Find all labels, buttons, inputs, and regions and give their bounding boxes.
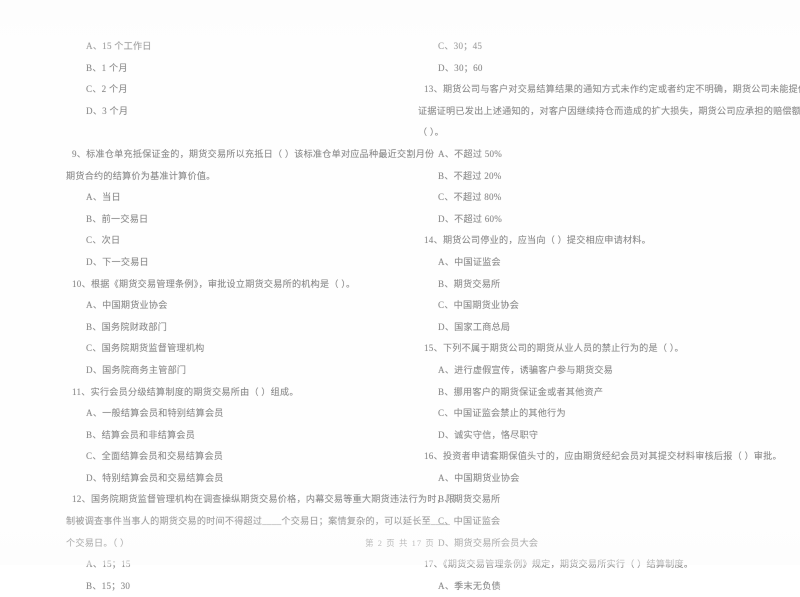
q15-option-a: A、进行虚假宣传，诱骗客户参与期货交易 (438, 364, 614, 375)
right-column: C、30；45 D、30；60 13、期货公司与客户对交易结算结果的通知方式未作… (418, 36, 800, 597)
q14-option-b: B、期货交易所 (438, 278, 501, 289)
q12-stem-line1: 12、国务院期货监督管理机构在调查操纵期货交易价格，内幕交易等重大期货违法行为时… (72, 494, 456, 505)
q11-stem-line1: 11、实行会员分级结算制度的期货交易所由（ ）组成。 (72, 386, 299, 397)
q10-option-b: B、国务院财政部门 (86, 321, 168, 332)
q9-option-d: D、下一交易日 (86, 256, 149, 267)
q13-option-b: B、不超过 20% (438, 170, 502, 181)
q8-option-a: A、15 个工作日 (86, 41, 152, 51)
q17-option-a: A、季末无负债 (438, 580, 501, 591)
page-footer: 第 2 页 共 17 页 (365, 539, 435, 548)
q8-option-b: B、1 个月 (86, 62, 128, 73)
q13-stem-line3: （ ）。 (418, 127, 445, 138)
q11-option-b: B、结算会员和非结算会员 (86, 429, 196, 440)
q13-stem-line2: 证据证明已发出上述通知的，对客户因继续持仓而造成的扩大损失，期货公司应承担的赔偿… (418, 105, 800, 116)
question-gap (66, 122, 396, 144)
q13-option-c: C、不超过 80% (438, 192, 502, 203)
q14-option-a: A、中国证监会 (438, 256, 501, 267)
q12-option-b: B、15；30 (86, 580, 131, 591)
q16-stem-line1: 16、投资者申请套期保值头寸的，应由期货经纪会员对其提交材料审核后报（ ）审批。 (424, 451, 782, 462)
q12-option-d: D、30；60 (438, 62, 483, 73)
two-column-body: A、15 个工作日 B、1 个月 C、2 个月 D、3 个月 9、标准仓单充抵保… (0, 0, 800, 591)
document-page: A、15 个工作日 B、1 个月 C、2 个月 D、3 个月 9、标准仓单充抵保… (0, 0, 800, 591)
q11-option-d: D、特别结算会员和交易结算会员 (86, 472, 224, 483)
q8-option-c: C、2 个月 (86, 84, 128, 95)
q12-option-c: C、30；45 (438, 41, 483, 51)
q14-option-c: C、中国期货业协会 (438, 300, 520, 311)
q8-option-d: D、3 个月 (86, 105, 129, 116)
q15-stem-line1: 15、下列不属于期货公司的期货从业人员的禁止行为的是（ ）。 (424, 343, 684, 354)
q9-option-c: C、次日 (86, 235, 121, 246)
q15-option-b: B、挪用客户的期货保证金或者其他资产 (438, 386, 604, 397)
q12-stem-line2: 制被调查事件当事人的期货交易的时间不得超过____个交易日；案情复杂的，可以延长… (66, 516, 451, 527)
q16-option-a: A、中国期货业协会 (438, 472, 520, 483)
q10-option-c: C、国务院期货监督管理机构 (86, 343, 205, 354)
q14-stem-line1: 14、期货公司停业的，应当向（ ）提交相应申请材料。 (424, 235, 652, 246)
q10-option-a: A、中国期货业协会 (86, 300, 168, 311)
q16-option-c: C、中国证监会 (438, 516, 501, 527)
q9-option-b: B、前一交易日 (86, 213, 149, 224)
q11-option-a: A、一般结算会员和特别结算会员 (86, 408, 224, 419)
q9-option-a: A、当日 (86, 192, 121, 203)
q9-stem-line1: 9、标准仓单充抵保证金的，期货交易所以充抵日（ ）该标准仓单对应品种最近交割月份 (72, 148, 435, 159)
q15-option-d: D、诚实守信，恪尽职守 (438, 429, 539, 440)
q9-stem-line2: 期货合约的结算价为基准计算价值。 (66, 170, 216, 181)
q15-option-c: C、中国证监会禁止的其他行为 (438, 408, 566, 419)
q12-option-a: A、15；15 (86, 559, 131, 570)
q16-option-b: B、期货交易所 (438, 494, 501, 505)
q17-stem-line1: 17、《期货交易管理条例》规定，期货交易所实行（ ）结算制度。 (424, 559, 694, 570)
q13-option-d: D、不超过 60% (438, 213, 503, 224)
left-column: A、15 个工作日 B、1 个月 C、2 个月 D、3 个月 9、标准仓单充抵保… (66, 36, 456, 597)
q14-option-d: D、国家工商总局 (438, 321, 511, 332)
q13-option-a: A、不超过 50% (438, 148, 503, 159)
q10-stem-line1: 10、根据《期货交易管理条例》，审批设立期货交易所的机构是（ ）。 (72, 278, 356, 289)
q11-option-c: C、全面结算会员和交易结算会员 (86, 451, 224, 462)
q13-stem-line1: 13、期货公司与客户对交易结算结果的通知方式未作约定或者约定不明确，期货公司未能… (424, 84, 800, 95)
q10-option-d: D、国务院商务主管部门 (86, 364, 187, 375)
